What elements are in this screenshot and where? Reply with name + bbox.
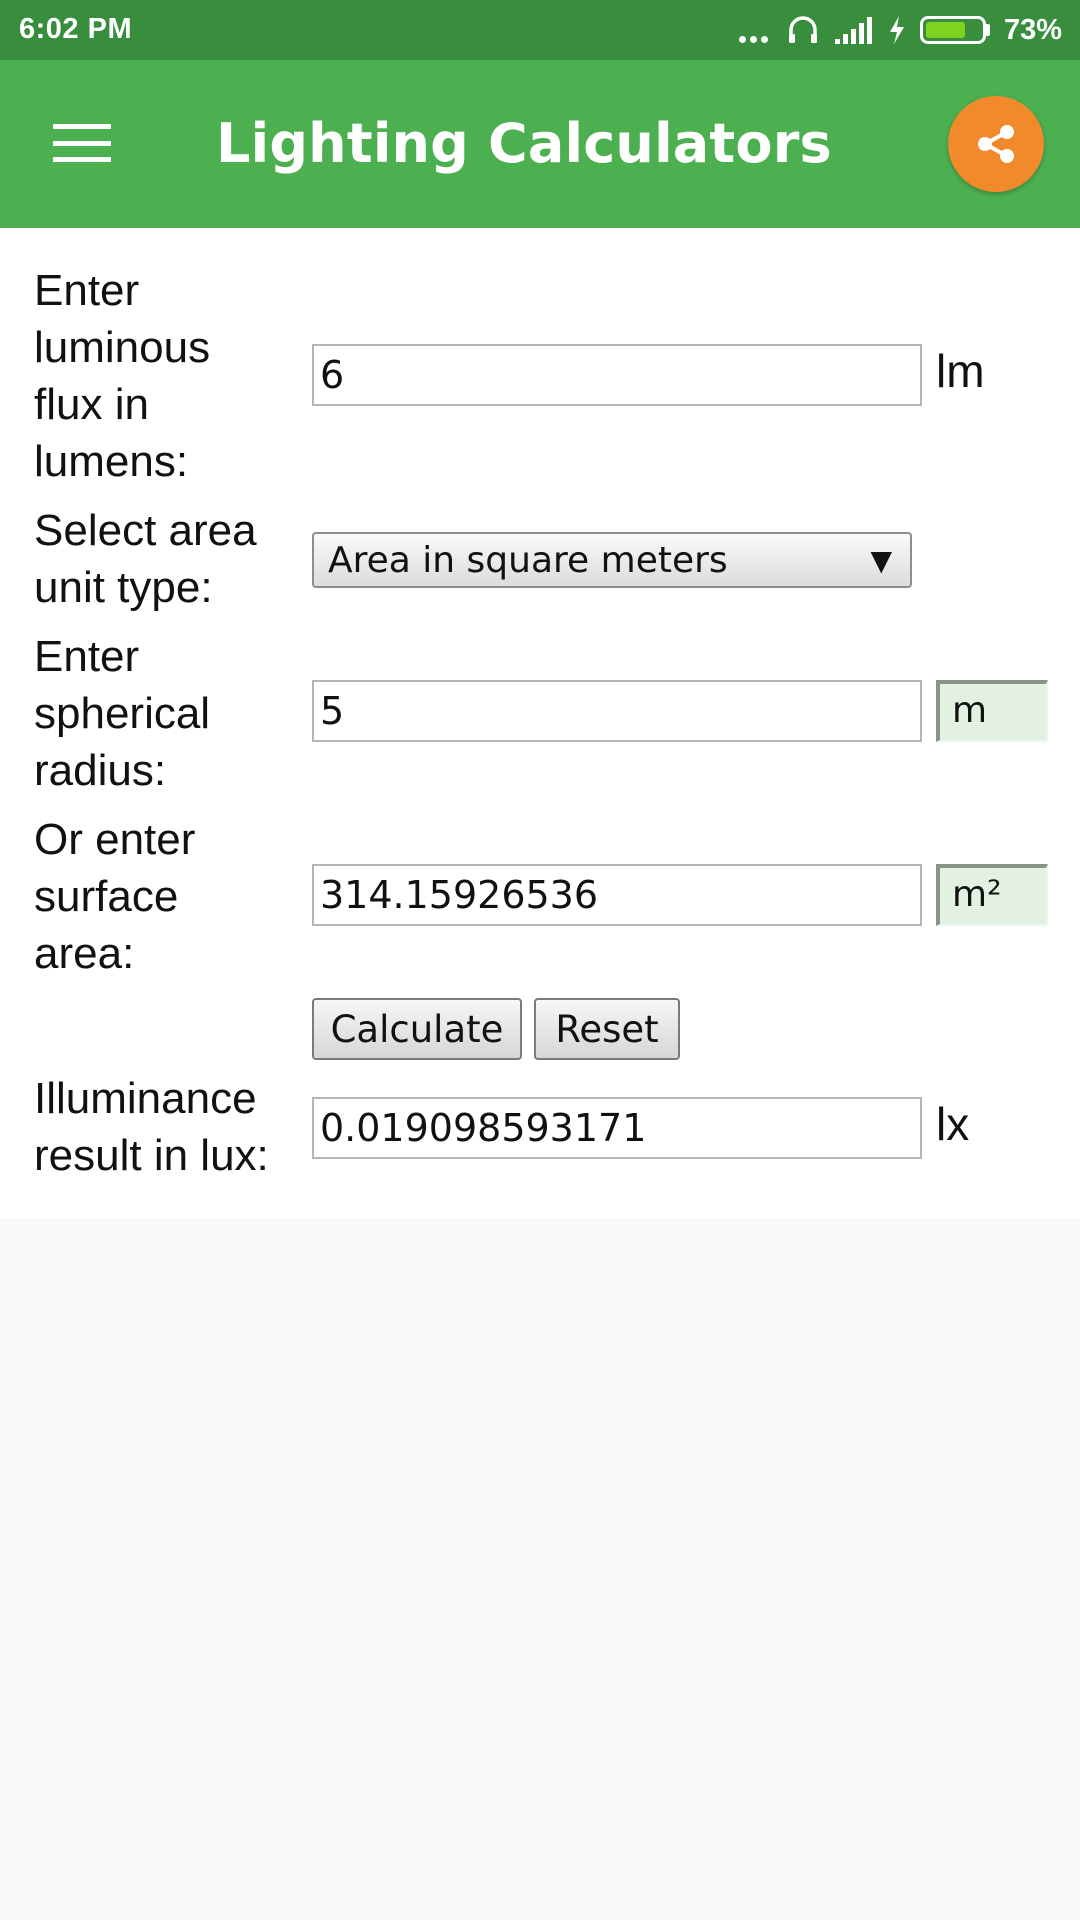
flux-label: Enter luminous flux in lumens: xyxy=(34,266,211,486)
hamburger-menu-icon[interactable] xyxy=(50,118,114,168)
area-unit-label: Select area unit type: xyxy=(34,506,257,612)
signal-icon xyxy=(834,17,872,44)
surface-area-label: Or enter surface area: xyxy=(34,815,196,978)
calculate-button[interactable]: Calculate xyxy=(312,998,522,1060)
surface-area-input[interactable] xyxy=(312,864,922,926)
status-time: 6:02 PM xyxy=(19,13,133,45)
area-unit-select[interactable]: Area in square meters ▼ xyxy=(312,532,912,588)
headphones-icon xyxy=(788,16,817,43)
reset-button[interactable]: Reset xyxy=(534,998,680,1060)
surface-area-unit: m² xyxy=(936,864,1048,926)
flux-unit: lm xyxy=(936,345,985,397)
battery-icon xyxy=(919,16,990,44)
share-button[interactable] xyxy=(948,96,1044,192)
radius-label: Enter spherical radius: xyxy=(34,632,211,795)
radius-unit: m xyxy=(936,680,1048,742)
app-title: Lighting Calculators xyxy=(216,112,832,175)
app-bar: Lighting Calculators xyxy=(0,60,1080,228)
result-label: Illuminance result in lux: xyxy=(34,1074,269,1180)
battery-percent: 73% xyxy=(1003,13,1062,46)
status-bar: 6:02 PM 73% xyxy=(0,0,1080,60)
flux-input[interactable] xyxy=(312,344,922,406)
more-notifications-icon xyxy=(738,17,772,43)
status-icons: 73% xyxy=(725,8,1062,52)
area-unit-selected: Area in square meters xyxy=(328,539,728,581)
result-unit: lx xyxy=(936,1098,970,1150)
dropdown-arrow-icon: ▼ xyxy=(870,544,892,577)
charging-icon xyxy=(889,16,904,44)
radius-input[interactable] xyxy=(312,680,922,742)
share-icon xyxy=(978,125,1014,163)
result-output[interactable] xyxy=(312,1097,922,1159)
